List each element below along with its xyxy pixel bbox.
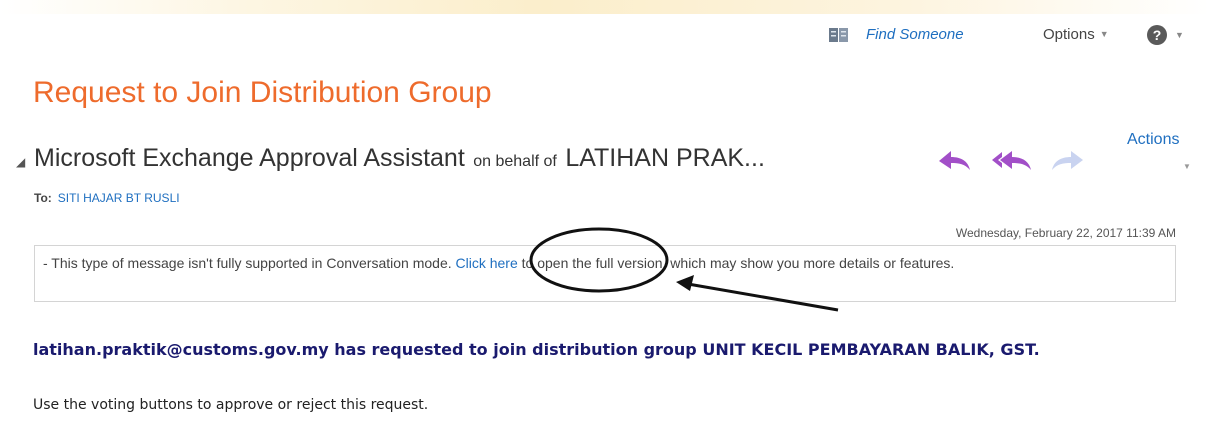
on-behalf-text: on behalf of (473, 153, 557, 170)
help-chevron-down-icon[interactable]: ▼ (1175, 30, 1184, 40)
help-icon[interactable]: ? (1147, 25, 1167, 45)
find-someone-link[interactable]: Find Someone (866, 26, 964, 43)
to-line: To: SITI HAJAR BT RUSLI (34, 191, 180, 205)
info-text-after: to open the full version, which may show… (517, 255, 955, 271)
behalf-name[interactable]: LATIHAN PRAK... (565, 144, 765, 172)
options-menu[interactable]: Options ▼ (1043, 26, 1109, 43)
click-here-link[interactable]: Click here (456, 255, 518, 271)
page-title: Request to Join Distribution Group (33, 76, 492, 109)
forward-icon[interactable] (1050, 147, 1086, 173)
chevron-down-icon: ▼ (1099, 29, 1109, 39)
actions-chevron-down-icon[interactable]: ▼ (1183, 162, 1191, 171)
voting-instruction: Use the voting buttons to approve or rej… (33, 397, 429, 413)
sender-line: Microsoft Exchange Approval Assistant on… (34, 144, 765, 173)
options-label: Options (1043, 26, 1095, 43)
timestamp: Wednesday, February 22, 2017 11:39 AM (955, 226, 1176, 240)
recipient-link[interactable]: SITI HAJAR BT RUSLI (58, 191, 180, 205)
reply-icon[interactable] (935, 147, 973, 173)
collapse-triangle-icon[interactable]: ◢ (16, 155, 25, 169)
request-message: latihan.praktik@customs.gov.my has reque… (33, 340, 1040, 359)
address-book-icon[interactable] (828, 27, 850, 43)
info-text-before: - This type of message isn't fully suppo… (43, 255, 456, 271)
sender-name: Microsoft Exchange Approval Assistant (34, 144, 465, 172)
reply-all-icon[interactable] (990, 147, 1034, 173)
info-banner: - This type of message isn't fully suppo… (34, 245, 1176, 302)
top-gradient-band (0, 0, 1210, 14)
actions-menu[interactable]: Actions (1127, 131, 1179, 149)
to-label: To: (34, 191, 52, 205)
